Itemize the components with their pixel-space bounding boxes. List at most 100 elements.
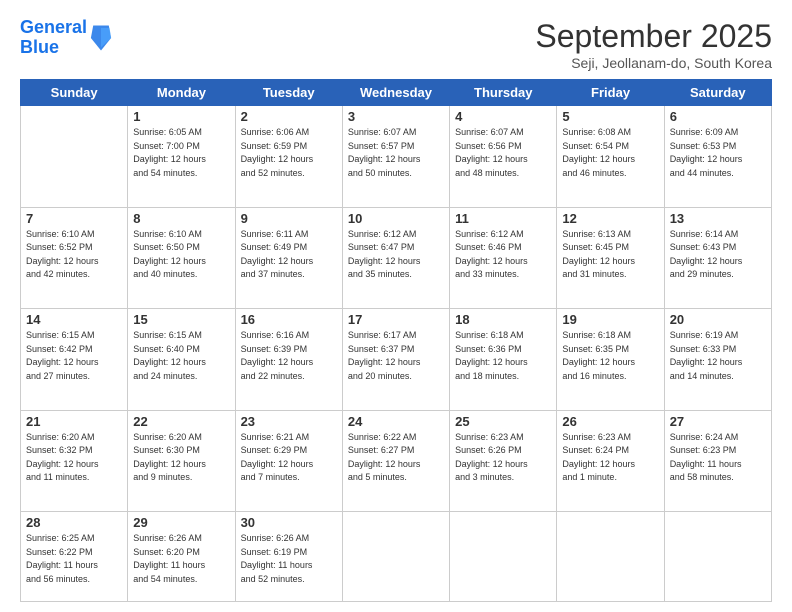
day-info: Sunrise: 6:20 AM Sunset: 6:30 PM Dayligh… (133, 431, 229, 485)
week-row-4: 21 Sunrise: 6:20 AM Sunset: 6:32 PM Dayli… (21, 410, 772, 512)
day-info: Sunrise: 6:24 AM Sunset: 6:23 PM Dayligh… (670, 431, 766, 485)
calendar-cell: 30Sunrise: 6:26 AM Sunset: 6:19 PM Dayli… (235, 512, 342, 602)
logo: General Blue (20, 18, 113, 58)
day-info: Sunrise: 6:11 AM Sunset: 6:49 PM Dayligh… (241, 228, 337, 282)
week-row-5: 28Sunrise: 6:25 AM Sunset: 6:22 PM Dayli… (21, 512, 772, 602)
calendar-cell: 10 Sunrise: 6:12 AM Sunset: 6:47 PM Dayli… (342, 207, 449, 309)
day-info: Sunrise: 6:12 AM Sunset: 6:47 PM Dayligh… (348, 228, 444, 282)
month-title: September 2025 (535, 18, 772, 55)
calendar-cell: 22 Sunrise: 6:20 AM Sunset: 6:30 PM Dayli… (128, 410, 235, 512)
title-block: September 2025 Seji, Jeollanam-do, South… (535, 18, 772, 71)
day-number: 20 (670, 312, 766, 327)
calendar-cell: 24Sunrise: 6:22 AM Sunset: 6:27 PM Dayli… (342, 410, 449, 512)
day-header-tuesday: Tuesday (235, 80, 342, 106)
days-header-row: SundayMondayTuesdayWednesdayThursdayFrid… (21, 80, 772, 106)
day-info: Sunrise: 6:18 AM Sunset: 6:35 PM Dayligh… (562, 329, 658, 383)
calendar-cell: 12Sunrise: 6:13 AM Sunset: 6:45 PM Dayli… (557, 207, 664, 309)
day-info: Sunrise: 6:23 AM Sunset: 6:24 PM Dayligh… (562, 431, 658, 485)
day-info: Sunrise: 6:10 AM Sunset: 6:50 PM Dayligh… (133, 228, 229, 282)
calendar-cell: 23 Sunrise: 6:21 AM Sunset: 6:29 PM Dayli… (235, 410, 342, 512)
day-number: 3 (348, 109, 444, 124)
subtitle: Seji, Jeollanam-do, South Korea (535, 55, 772, 71)
day-number: 23 (241, 414, 337, 429)
calendar-cell: 7 Sunrise: 6:10 AM Sunset: 6:52 PM Daylig… (21, 207, 128, 309)
day-number: 9 (241, 211, 337, 226)
day-info: Sunrise: 6:15 AM Sunset: 6:40 PM Dayligh… (133, 329, 229, 383)
day-number: 2 (241, 109, 337, 124)
week-row-2: 7 Sunrise: 6:10 AM Sunset: 6:52 PM Daylig… (21, 207, 772, 309)
calendar-cell (664, 512, 771, 602)
day-number: 6 (670, 109, 766, 124)
day-number: 16 (241, 312, 337, 327)
day-number: 14 (26, 312, 122, 327)
day-number: 8 (133, 211, 229, 226)
calendar-cell: 20 Sunrise: 6:19 AM Sunset: 6:33 PM Dayli… (664, 309, 771, 411)
day-info: Sunrise: 6:06 AM Sunset: 6:59 PM Dayligh… (241, 126, 337, 180)
day-number: 5 (562, 109, 658, 124)
day-header-monday: Monday (128, 80, 235, 106)
day-info: Sunrise: 6:14 AM Sunset: 6:43 PM Dayligh… (670, 228, 766, 282)
day-info: Sunrise: 6:10 AM Sunset: 6:52 PM Dayligh… (26, 228, 122, 282)
day-info: Sunrise: 6:18 AM Sunset: 6:36 PM Dayligh… (455, 329, 551, 383)
day-header-thursday: Thursday (450, 80, 557, 106)
logo-text: General Blue (20, 18, 87, 58)
day-info: Sunrise: 6:21 AM Sunset: 6:29 PM Dayligh… (241, 431, 337, 485)
day-header-friday: Friday (557, 80, 664, 106)
week-row-1: 1 Sunrise: 6:05 AM Sunset: 7:00 PM Daylig… (21, 106, 772, 208)
calendar-cell: 9 Sunrise: 6:11 AM Sunset: 6:49 PM Daylig… (235, 207, 342, 309)
day-info: Sunrise: 6:17 AM Sunset: 6:37 PM Dayligh… (348, 329, 444, 383)
day-number: 29 (133, 515, 229, 530)
day-number: 10 (348, 211, 444, 226)
day-number: 7 (26, 211, 122, 226)
logo-blue: Blue (20, 37, 59, 57)
calendar-cell: 4 Sunrise: 6:07 AM Sunset: 6:56 PM Daylig… (450, 106, 557, 208)
calendar-cell: 18 Sunrise: 6:18 AM Sunset: 6:36 PM Dayli… (450, 309, 557, 411)
day-number: 21 (26, 414, 122, 429)
day-number: 27 (670, 414, 766, 429)
day-number: 26 (562, 414, 658, 429)
calendar-cell (450, 512, 557, 602)
calendar-cell: 28Sunrise: 6:25 AM Sunset: 6:22 PM Dayli… (21, 512, 128, 602)
calendar-cell: 25 Sunrise: 6:23 AM Sunset: 6:26 PM Dayli… (450, 410, 557, 512)
calendar-cell (21, 106, 128, 208)
calendar-cell: 5Sunrise: 6:08 AM Sunset: 6:54 PM Daylig… (557, 106, 664, 208)
day-number: 22 (133, 414, 229, 429)
calendar-cell: 13 Sunrise: 6:14 AM Sunset: 6:43 PM Dayli… (664, 207, 771, 309)
day-number: 15 (133, 312, 229, 327)
day-info: Sunrise: 6:07 AM Sunset: 6:57 PM Dayligh… (348, 126, 444, 180)
day-number: 1 (133, 109, 229, 124)
day-info: Sunrise: 6:26 AM Sunset: 6:19 PM Dayligh… (241, 532, 337, 586)
day-number: 19 (562, 312, 658, 327)
calendar-cell: 2 Sunrise: 6:06 AM Sunset: 6:59 PM Daylig… (235, 106, 342, 208)
calendar-cell: 27 Sunrise: 6:24 AM Sunset: 6:23 PM Dayli… (664, 410, 771, 512)
calendar-cell: 3 Sunrise: 6:07 AM Sunset: 6:57 PM Daylig… (342, 106, 449, 208)
calendar-cell: 6 Sunrise: 6:09 AM Sunset: 6:53 PM Daylig… (664, 106, 771, 208)
calendar-cell: 16Sunrise: 6:16 AM Sunset: 6:39 PM Dayli… (235, 309, 342, 411)
calendar-cell: 17Sunrise: 6:17 AM Sunset: 6:37 PM Dayli… (342, 309, 449, 411)
logo-icon (89, 24, 113, 52)
day-number: 13 (670, 211, 766, 226)
day-info: Sunrise: 6:09 AM Sunset: 6:53 PM Dayligh… (670, 126, 766, 180)
day-info: Sunrise: 6:19 AM Sunset: 6:33 PM Dayligh… (670, 329, 766, 383)
calendar-cell: 8 Sunrise: 6:10 AM Sunset: 6:50 PM Daylig… (128, 207, 235, 309)
logo-general: General (20, 17, 87, 37)
week-row-3: 14 Sunrise: 6:15 AM Sunset: 6:42 PM Dayli… (21, 309, 772, 411)
calendar-cell: 21 Sunrise: 6:20 AM Sunset: 6:32 PM Dayli… (21, 410, 128, 512)
day-info: Sunrise: 6:23 AM Sunset: 6:26 PM Dayligh… (455, 431, 551, 485)
calendar-cell: 29Sunrise: 6:26 AM Sunset: 6:20 PM Dayli… (128, 512, 235, 602)
day-info: Sunrise: 6:07 AM Sunset: 6:56 PM Dayligh… (455, 126, 551, 180)
day-header-saturday: Saturday (664, 80, 771, 106)
calendar: SundayMondayTuesdayWednesdayThursdayFrid… (20, 79, 772, 602)
calendar-cell: 1 Sunrise: 6:05 AM Sunset: 7:00 PM Daylig… (128, 106, 235, 208)
calendar-cell: 26 Sunrise: 6:23 AM Sunset: 6:24 PM Dayli… (557, 410, 664, 512)
day-number: 25 (455, 414, 551, 429)
calendar-cell: 11 Sunrise: 6:12 AM Sunset: 6:46 PM Dayli… (450, 207, 557, 309)
day-info: Sunrise: 6:12 AM Sunset: 6:46 PM Dayligh… (455, 228, 551, 282)
day-info: Sunrise: 6:05 AM Sunset: 7:00 PM Dayligh… (133, 126, 229, 180)
day-info: Sunrise: 6:20 AM Sunset: 6:32 PM Dayligh… (26, 431, 122, 485)
day-info: Sunrise: 6:22 AM Sunset: 6:27 PM Dayligh… (348, 431, 444, 485)
day-number: 18 (455, 312, 551, 327)
day-number: 11 (455, 211, 551, 226)
day-info: Sunrise: 6:15 AM Sunset: 6:42 PM Dayligh… (26, 329, 122, 383)
day-number: 4 (455, 109, 551, 124)
